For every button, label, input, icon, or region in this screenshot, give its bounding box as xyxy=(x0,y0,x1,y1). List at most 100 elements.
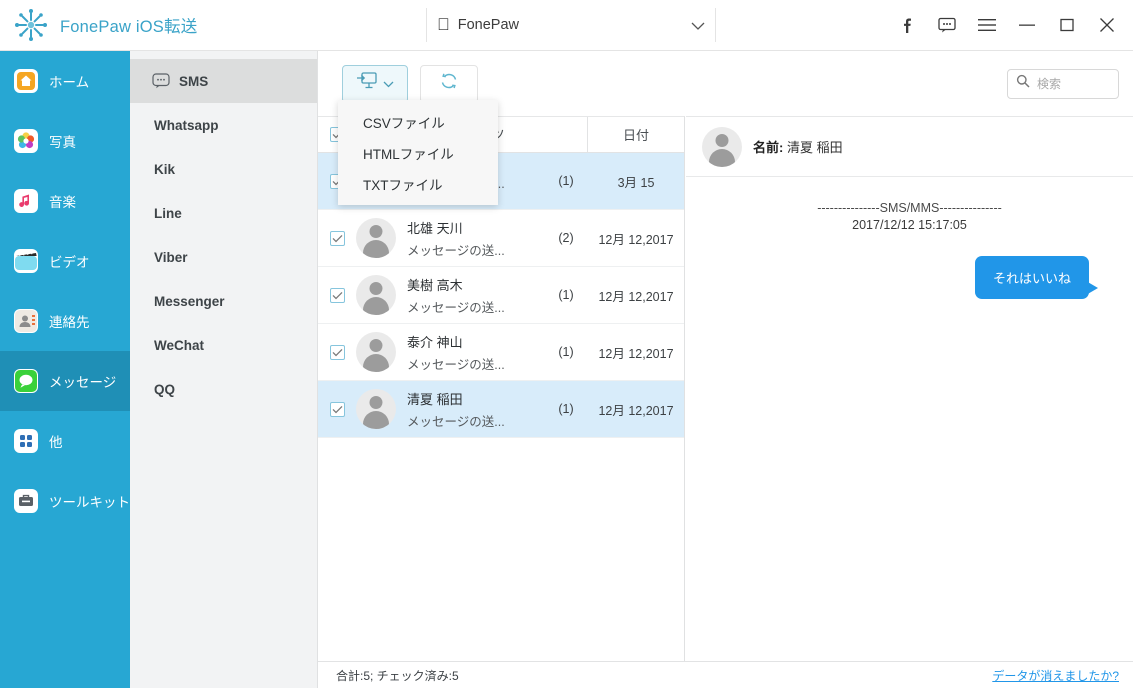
refresh-icon xyxy=(438,71,460,96)
sidebar-item-music[interactable]: 音楽 xyxy=(0,171,130,231)
subnav-item-sms[interactable]: SMS xyxy=(130,59,317,103)
device-selector[interactable]:  FonePaw xyxy=(426,8,716,42)
message-date: 12月 12,2017 xyxy=(598,403,674,418)
row-checkbox[interactable] xyxy=(318,344,356,360)
sidebar-item-toolkit[interactable]: ツールキット xyxy=(0,471,130,531)
toolkit-icon xyxy=(14,489,38,513)
photos-icon xyxy=(14,129,38,153)
message-count: (1) xyxy=(558,174,574,188)
home-icon xyxy=(14,69,38,93)
sidebar-item-photos[interactable]: 写真 xyxy=(0,111,130,171)
message-count: (1) xyxy=(558,345,574,359)
brand: FonePaw iOS転送 xyxy=(0,8,420,42)
contact-name: 清夏 稲田 xyxy=(407,391,463,407)
sidebar-item-label: メッセージ xyxy=(49,375,117,390)
export-to-pc-icon xyxy=(356,71,378,96)
export-menu-item-html[interactable]: HTMLファイル xyxy=(338,137,498,168)
subnav-item-label: Viber xyxy=(154,249,188,265)
subnav-item-label: Kik xyxy=(154,161,176,177)
thread-separator: ---------------SMS/MMS--------------- xyxy=(817,201,1002,215)
title-bar: FonePaw iOS転送  FonePaw xyxy=(0,0,1133,51)
maximize-icon[interactable] xyxy=(1057,15,1077,35)
sidebar-item-label: 連絡先 xyxy=(49,315,90,330)
message-date: 12月 12,2017 xyxy=(598,346,674,361)
avatar xyxy=(356,389,396,429)
message-date: 12月 12,2017 xyxy=(598,289,674,304)
thread-timestamp: 2017/12/12 15:17:05 xyxy=(852,218,967,232)
subnav-item-label: Line xyxy=(154,205,182,221)
sidebar-item-home[interactable]: ホーム xyxy=(0,51,130,111)
sidebar-item-label: ツールキット xyxy=(49,495,130,510)
subnav-item-label: WeChat xyxy=(154,337,205,353)
contact-name: 泰介 神山 xyxy=(407,334,463,350)
subnav-item-qq[interactable]: QQ xyxy=(130,367,317,411)
message-date: 12月 12,2017 xyxy=(598,232,674,247)
message-preview: メッセージの送... xyxy=(407,243,505,258)
contacts-icon xyxy=(14,309,38,333)
video-icon xyxy=(14,249,38,273)
data-lost-help-link[interactable]: データが消えましたか? xyxy=(992,667,1119,684)
subnav-item-line[interactable]: Line xyxy=(130,191,317,235)
row-checkbox[interactable] xyxy=(318,287,356,303)
device-name: FonePaw xyxy=(445,17,519,33)
subnav-item-kik[interactable]: Kik xyxy=(130,147,317,191)
snowflake-logo-icon xyxy=(14,8,48,42)
table-row[interactable]: 泰介 神山 メッセージの送... (1) 12月 12,2017 xyxy=(318,324,684,381)
column-header-date[interactable]: 日付 xyxy=(588,125,684,144)
sidebar-item-label: ビデオ xyxy=(49,255,90,270)
other-apps-icon xyxy=(14,429,38,453)
sidebar-item-other[interactable]: 他 xyxy=(0,411,130,471)
avatar xyxy=(356,332,396,372)
row-checkbox[interactable] xyxy=(318,230,356,246)
music-icon xyxy=(14,189,38,213)
subnav-item-label: QQ xyxy=(154,381,176,397)
subnav-item-messenger[interactable]: Messenger xyxy=(130,279,317,323)
window-controls xyxy=(897,15,1133,35)
table-row[interactable]: 清夏 稲田 メッセージの送... (1) 12月 12,2017 xyxy=(318,381,684,438)
export-button[interactable] xyxy=(342,64,408,103)
export-menu-item-txt[interactable]: TXTファイル xyxy=(338,168,498,199)
refresh-button[interactable] xyxy=(420,64,478,103)
message-date: 3月 15 xyxy=(617,175,655,190)
table-row[interactable]: 美樹 高木 メッセージの送... (1) 12月 12,2017 xyxy=(318,267,684,324)
sidebar-item-label: ホーム xyxy=(49,75,90,90)
checkbox-checked-icon[interactable] xyxy=(329,401,345,417)
sidebar-item-videos[interactable]: ビデオ xyxy=(0,231,130,291)
sidebar-item-label: 他 xyxy=(49,435,63,450)
message-preview: メッセージの送... xyxy=(407,414,505,429)
message-count: (1) xyxy=(558,288,574,302)
menu-icon[interactable] xyxy=(977,15,997,35)
detail-header: 名前: 清夏 稲田 xyxy=(686,117,1133,177)
sidebar-item-messages[interactable]: メッセージ xyxy=(0,351,130,411)
avatar xyxy=(356,218,396,258)
message-bubble: それはいいね xyxy=(974,256,1099,299)
status-bar: 合計:5; チェック済み:5 データが消えましたか? xyxy=(318,661,1133,688)
search-box[interactable]: 検索 xyxy=(1007,68,1119,99)
message-thread: ---------------SMS/MMS--------------- 20… xyxy=(686,177,1133,299)
chevron-down-icon[interactable] xyxy=(383,75,394,93)
feedback-icon[interactable] xyxy=(937,15,957,35)
facebook-icon[interactable] xyxy=(897,15,917,35)
search-input[interactable]: 検索 xyxy=(1037,75,1061,92)
contact-name: 北雄 天川 xyxy=(407,220,463,236)
sidebar-item-contacts[interactable]: 連絡先 xyxy=(0,291,130,351)
detail-contact-name: 名前: 清夏 稲田 xyxy=(753,137,843,156)
checkbox-checked-icon[interactable] xyxy=(329,344,345,360)
minimize-icon[interactable] xyxy=(1017,15,1037,35)
table-row[interactable]: 北雄 天川 メッセージの送... (2) 12月 12,2017 xyxy=(318,210,684,267)
sidebar: ホーム 写真 音楽 ビデオ 連絡先 メッセージ 他 ツールキット xyxy=(0,51,130,688)
close-icon[interactable] xyxy=(1097,15,1117,35)
checkbox-checked-icon[interactable] xyxy=(329,287,345,303)
subnav-item-wechat[interactable]: WeChat xyxy=(130,323,317,367)
export-menu-item-csv[interactable]: CSVファイル xyxy=(338,106,498,137)
export-menu: CSVファイル HTMLファイル TXTファイル xyxy=(338,100,498,205)
subnav-item-whatsapp[interactable]: Whatsapp xyxy=(130,103,317,147)
subnav-item-viber[interactable]: Viber xyxy=(130,235,317,279)
row-checkbox[interactable] xyxy=(318,401,356,417)
message-detail: 名前: 清夏 稲田 ---------------SMS/MMS--------… xyxy=(686,116,1133,661)
sidebar-item-label: 写真 xyxy=(49,135,76,150)
chevron-down-icon[interactable] xyxy=(691,18,705,33)
checkbox-checked-icon[interactable] xyxy=(329,230,345,246)
subnav-item-label: SMS xyxy=(179,73,209,89)
message-count: (2) xyxy=(558,231,574,245)
